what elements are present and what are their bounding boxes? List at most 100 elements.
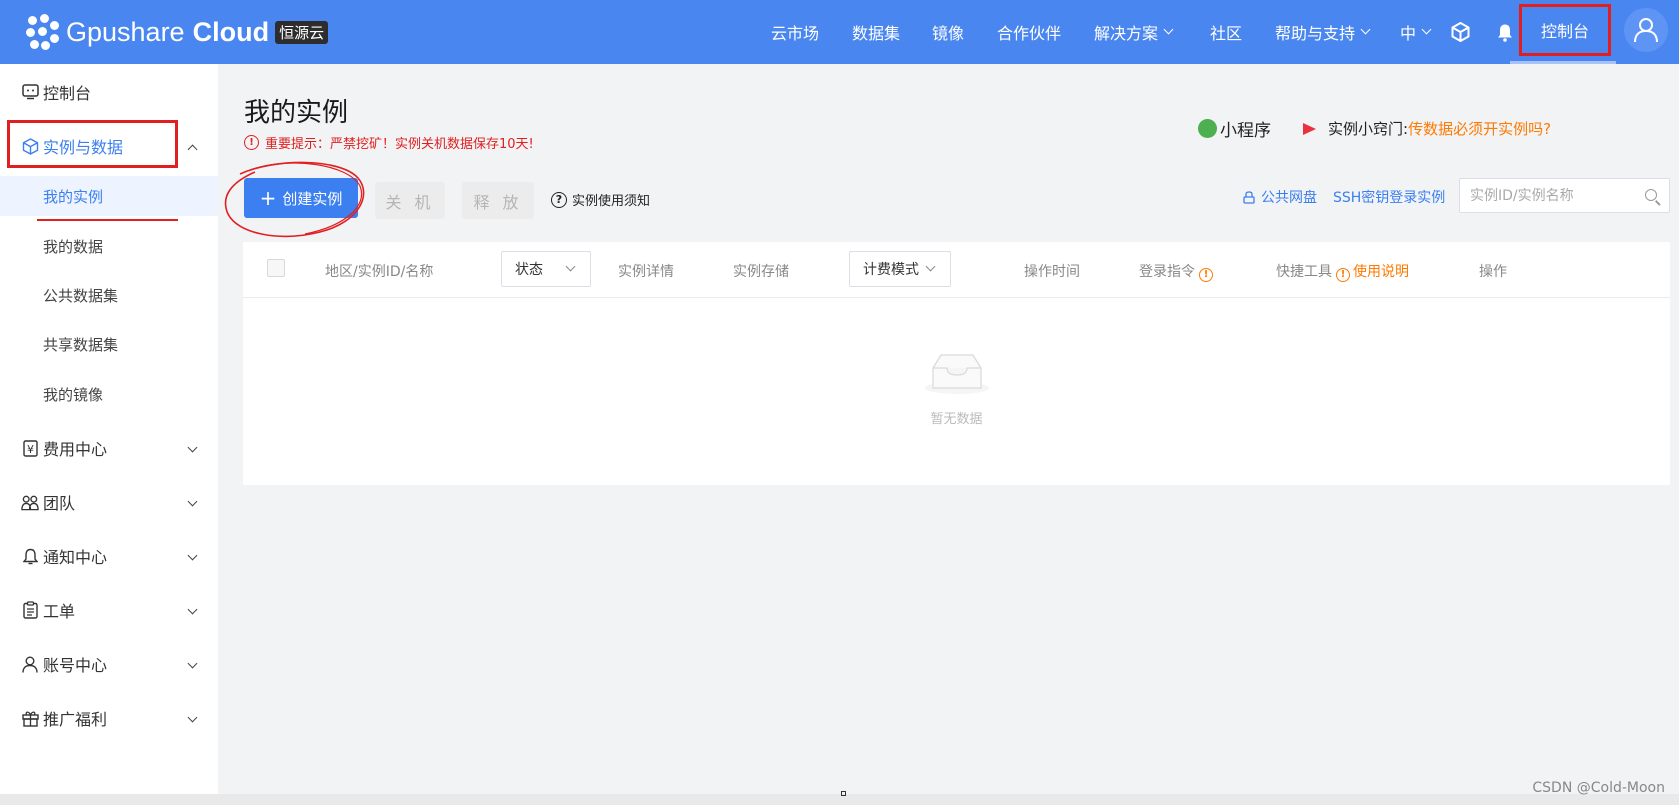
top-navbar: Gpushare Cloud 恒源云 云市场 数据集 镜像 合作伙伴 解决方案 …: [0, 0, 1679, 64]
flag-icon: [1303, 122, 1316, 135]
tip-label: 实例小窍门:: [1328, 120, 1409, 138]
sidebar-item-my-instances[interactable]: 我的实例: [0, 176, 218, 216]
yen-icon: ¥: [21, 439, 39, 457]
nav-images[interactable]: 镜像: [932, 0, 964, 64]
logo-icon: [26, 14, 60, 50]
status-filter[interactable]: 状态: [501, 251, 591, 287]
nav-images-label[interactable]: 镜像: [932, 20, 964, 44]
user-icon: [1634, 18, 1658, 43]
nav-solutions-label[interactable]: 解决方案: [1094, 20, 1158, 44]
chevron-down-icon: [187, 712, 198, 723]
console-label[interactable]: 控制台: [1541, 18, 1589, 42]
sidebar-item-shared-datasets[interactable]: 共享数据集: [0, 324, 218, 364]
chevron-down-icon: [187, 658, 198, 669]
avatar[interactable]: [1624, 8, 1668, 52]
nav-cloud-market[interactable]: 云市场: [771, 0, 819, 64]
instance-tip: 实例小窍门: 传数据必须开实例吗?: [1303, 118, 1551, 139]
public-disk-label: 公共网盘: [1261, 190, 1317, 206]
sidebar-item-label: 公共数据集: [43, 286, 119, 305]
sidebar-item-my-data[interactable]: 我的数据: [0, 226, 218, 266]
sidebar-item-account[interactable]: 账号中心: [0, 640, 218, 688]
bell-icon: [21, 547, 39, 565]
sidebar-item-billing[interactable]: ¥ 费用中心: [0, 424, 218, 472]
col-login-cmd: 登录指令!: [1139, 261, 1213, 282]
highlight-box: [7, 120, 178, 168]
sidebar-item-label: 控制台: [43, 84, 92, 103]
logo[interactable]: Gpushare Cloud 恒源云: [26, 14, 329, 50]
cube-icon[interactable]: [1451, 0, 1470, 64]
sidebar-item-notifications[interactable]: 通知中心: [0, 532, 218, 580]
console-button[interactable]: 控制台: [1519, 4, 1611, 56]
sidebar-item-label: 共享数据集: [43, 335, 119, 354]
monitor-icon: [21, 83, 39, 101]
warning-text: 重要提示：严禁挖矿！实例关机数据保存10天!: [265, 137, 534, 152]
mini-program-icon: [1198, 119, 1217, 138]
sidebar-item-label: 我的镜像: [43, 385, 104, 404]
chevron-down-icon: [925, 261, 936, 272]
ssh-login-link[interactable]: SSH密钥登录实例: [1333, 187, 1445, 207]
public-disk-link[interactable]: 公共网盘: [1243, 187, 1317, 207]
empty-text: 暂无数据: [930, 412, 983, 427]
chevron-down-icon: [187, 550, 198, 561]
nav-language[interactable]: 中: [1400, 0, 1432, 64]
nav-community-label[interactable]: 社区: [1210, 20, 1242, 44]
nav-datasets-label[interactable]: 数据集: [852, 20, 900, 44]
info-icon[interactable]: !: [1199, 267, 1213, 282]
sidebar-item-label: 通知中心: [43, 548, 108, 567]
shutdown-button[interactable]: 关 机: [375, 182, 445, 219]
svg-text:¥: ¥: [27, 443, 34, 456]
team-icon: [21, 493, 39, 511]
sidebar-item-my-images[interactable]: 我的镜像: [0, 374, 218, 414]
sidebar-item-team[interactable]: 团队: [0, 478, 218, 526]
nav-partners[interactable]: 合作伙伴: [997, 0, 1061, 64]
logo-text-bold: Cloud: [192, 16, 270, 47]
chevron-down-icon: [565, 261, 576, 272]
billing-filter[interactable]: 计费模式: [849, 251, 951, 287]
nav-help-label[interactable]: 帮助与支持: [1275, 20, 1355, 44]
sidebar-item-label: 费用中心: [43, 440, 108, 459]
nav-help[interactable]: 帮助与支持: [1275, 0, 1371, 64]
col-quick-tools: 快捷工具! 使用说明: [1276, 261, 1409, 282]
search-input[interactable]: [1460, 179, 1630, 212]
release-button[interactable]: 释 放: [462, 182, 534, 219]
instances-table: 地区/实例ID/名称 状态 实例详情 实例存储 计费模式 操作时间 登录指令! …: [243, 242, 1670, 485]
sidebar-item-label: 账号中心: [43, 656, 108, 675]
gift-icon: [21, 709, 39, 727]
sidebar-item-label: 我的数据: [43, 237, 104, 256]
scroll-handle[interactable]: [841, 791, 846, 796]
col-actions: 操作: [1479, 264, 1507, 280]
nav-datasets[interactable]: 数据集: [852, 0, 900, 64]
bell-icon[interactable]: [1497, 0, 1513, 64]
sidebar-item-label: 我的实例: [43, 187, 104, 206]
mini-program-link[interactable]: 小程序: [1198, 116, 1271, 141]
chevron-down-icon: [1421, 24, 1432, 34]
chevron-down-icon: [187, 442, 198, 453]
usage-notice-link[interactable]: ? 实例使用须知: [551, 190, 650, 209]
logo-badge: 恒源云: [275, 20, 329, 44]
sidebar-item-promotion[interactable]: 推广福利: [0, 694, 218, 742]
select-all-checkbox[interactable]: [267, 259, 285, 277]
chevron-down-icon: [187, 496, 198, 507]
nav-community[interactable]: 社区: [1210, 0, 1242, 64]
logo-text: Gpushare: [66, 16, 185, 47]
sidebar-item-public-datasets[interactable]: 公共数据集: [0, 275, 218, 315]
nav-cloud-market-label[interactable]: 云市场: [771, 20, 819, 44]
nav-solutions[interactable]: 解决方案: [1094, 0, 1174, 64]
sidebar-item-label: 推广福利: [43, 710, 108, 729]
horizontal-scrollbar[interactable]: [0, 794, 1679, 805]
sidebar-item-tickets[interactable]: 工单: [0, 586, 218, 634]
login-cmd-label: 登录指令: [1139, 264, 1195, 280]
search-icon[interactable]: [1645, 189, 1657, 201]
usage-help-link[interactable]: 使用说明: [1353, 264, 1409, 280]
tip-link[interactable]: 传数据必须开实例吗?: [1408, 118, 1551, 139]
sidebar: 控制台 实例与数据 我的实例 我的数据 公共数据集 共享数据集 我的镜像 ¥ 费…: [0, 64, 218, 794]
instance-search[interactable]: [1459, 178, 1670, 213]
sidebar-item-console[interactable]: 控制台: [0, 68, 218, 116]
main-content: 我的实例 ! 重要提示：严禁挖矿！实例关机数据保存10天! 小程序 实例小窍门:…: [218, 64, 1679, 794]
user-icon: [21, 655, 39, 673]
alert-icon: !: [244, 135, 259, 150]
empty-state: 暂无数据: [243, 298, 1670, 485]
nav-partners-label[interactable]: 合作伙伴: [997, 20, 1061, 44]
nav-language-label[interactable]: 中: [1400, 20, 1416, 44]
sidebar-item-label: 团队: [43, 494, 76, 513]
